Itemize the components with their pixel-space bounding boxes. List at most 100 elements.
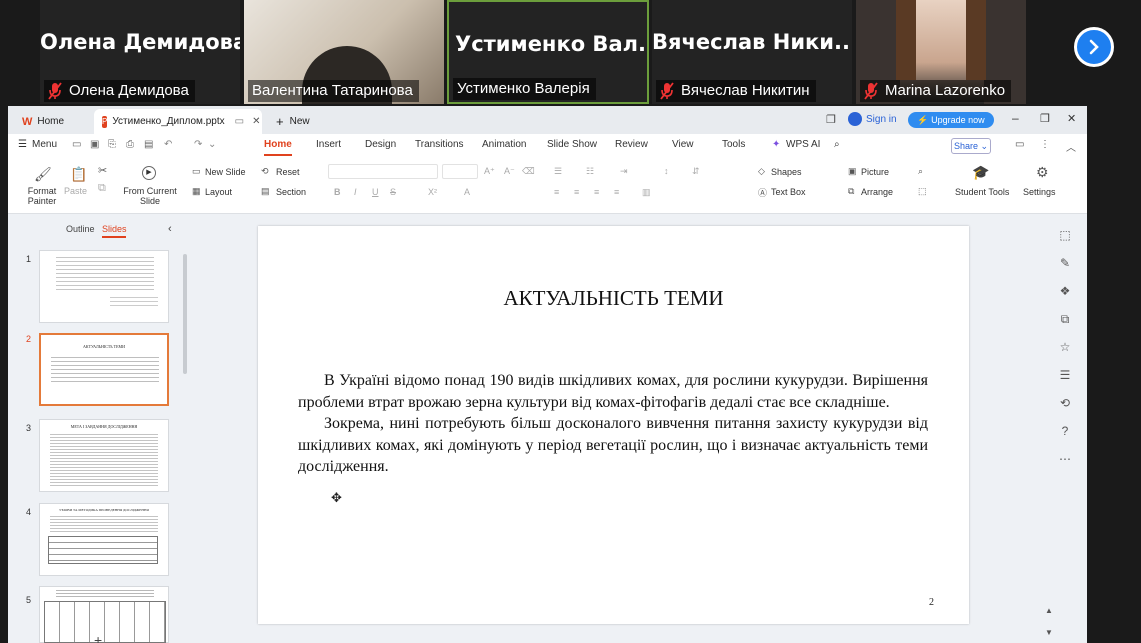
tab-tools[interactable]: Tools xyxy=(722,139,745,150)
tab-animation[interactable]: Animation xyxy=(482,139,526,150)
arrange-button[interactable]: Arrange xyxy=(861,187,893,197)
tab-transitions[interactable]: Transitions xyxy=(415,139,464,150)
line-spacing-icon[interactable]: ↕ xyxy=(664,166,669,176)
participant-tile-5[interactable]: Marina Lazorenko xyxy=(856,0,1026,104)
columns-icon[interactable]: ▥ xyxy=(642,187,651,198)
text-direction-icon[interactable]: ⇵ xyxy=(692,166,700,177)
close-window-icon[interactable]: ✕ xyxy=(1067,112,1076,125)
italic-icon[interactable]: I xyxy=(354,187,357,197)
clear-format-icon[interactable]: ⌫ xyxy=(522,166,535,177)
slides-tab[interactable]: Slides xyxy=(102,224,127,234)
more-icon[interactable]: ⋮ xyxy=(1040,139,1050,150)
font-grow-icon[interactable]: A⁺ xyxy=(484,166,495,177)
align-left-icon[interactable]: ≡ xyxy=(554,187,559,197)
history-icon[interactable]: ⟲ xyxy=(1058,396,1072,410)
bullets-icon[interactable]: ☰ xyxy=(554,166,562,177)
font-color-icon[interactable]: A xyxy=(464,187,470,197)
text-box-button[interactable]: Text Box xyxy=(771,187,806,197)
tab-home-ribbon[interactable]: Home xyxy=(264,139,292,150)
slide-thumbnail-5[interactable] xyxy=(39,586,169,643)
participant-tile-4[interactable]: Вячеслав Ники... Вячеслав Никитин xyxy=(652,0,852,104)
slide-thumbnail-3[interactable]: МЕТА І ЗАВДАННЯ ДОСЛІДЖЕННЯ xyxy=(39,419,169,492)
bold-icon[interactable]: B xyxy=(334,187,341,197)
add-slide-icon[interactable]: + xyxy=(94,632,102,643)
font-size-dropdown[interactable] xyxy=(442,164,478,179)
monitor-icon[interactable]: ▭ xyxy=(235,116,244,127)
settings-button[interactable]: Settings xyxy=(1023,187,1056,197)
find-icon[interactable]: ⌕ xyxy=(918,166,923,177)
user-avatar-icon[interactable] xyxy=(848,112,862,126)
current-slide[interactable]: АКТУАЛЬНІСТЬ ТЕМИ В Україні відомо понад… xyxy=(258,226,969,624)
outline-tab[interactable]: Outline xyxy=(66,224,95,234)
picture-button[interactable]: Picture xyxy=(861,167,889,177)
copy-style-icon[interactable]: ⧉ xyxy=(1058,312,1072,326)
select-icon[interactable]: ⬚ xyxy=(918,186,927,197)
cut-icon[interactable]: ✂ xyxy=(98,164,107,177)
save-icon[interactable]: ▣ xyxy=(90,139,99,150)
shapes-button[interactable]: Shapes xyxy=(771,167,802,177)
chevron-down-icon[interactable]: ⌄ xyxy=(208,139,216,150)
scroll-down-icon[interactable]: ▼ xyxy=(1042,628,1056,642)
tab-view[interactable]: View xyxy=(672,139,694,150)
align-center-icon[interactable]: ≡ xyxy=(574,187,579,197)
copy-icon[interactable]: ⧉ xyxy=(98,182,106,195)
participant-tile-2[interactable]: Валентина Татаринова xyxy=(244,0,444,104)
collapse-ribbon-icon[interactable]: ︿ xyxy=(1066,139,1076,154)
sign-in-label[interactable]: Sign in xyxy=(866,114,897,125)
from-current-slide-button[interactable]: From Current Slide xyxy=(122,186,178,206)
restore-windows-icon[interactable]: ❐ xyxy=(826,113,836,126)
scroll-up-icon[interactable]: ▲ xyxy=(1042,606,1056,620)
share-button[interactable]: Share ⌄ xyxy=(951,138,991,154)
tab-insert[interactable]: Insert xyxy=(316,139,341,150)
comment-icon[interactable]: ▭ xyxy=(1015,139,1024,150)
section-button[interactable]: Section xyxy=(276,187,306,197)
magic-wand-icon[interactable]: ✎ xyxy=(1058,256,1072,270)
numbering-icon[interactable]: ☷ xyxy=(586,166,594,177)
print-icon[interactable]: ⎙ xyxy=(126,139,134,150)
slide-thumbnail-1[interactable] xyxy=(39,250,169,323)
slide-body[interactable]: В Україні відомо понад 190 видів шкідлив… xyxy=(298,370,928,478)
search-icon[interactable]: ⌕ xyxy=(834,139,840,150)
help-icon[interactable]: ? xyxy=(1058,424,1072,438)
indent-icon[interactable]: ⇥ xyxy=(620,166,628,177)
new-slide-button[interactable]: New Slide xyxy=(205,167,246,177)
animation-icon[interactable]: ❖ xyxy=(1058,284,1072,298)
redo-icon[interactable]: ↷ xyxy=(194,139,202,150)
tab-wps-ai[interactable]: WPS AI xyxy=(786,139,820,150)
student-tools-button[interactable]: Student Tools xyxy=(955,187,1009,197)
preview-icon[interactable]: ▤ xyxy=(144,139,153,150)
superscript-icon[interactable]: X² xyxy=(428,187,437,197)
tab-document[interactable]: P Устименко_Диплом.pptx ▭ ✕ xyxy=(94,109,262,134)
panel-scrollbar[interactable] xyxy=(183,254,187,374)
open-folder-icon[interactable]: ▭ xyxy=(72,139,81,150)
maximize-icon[interactable]: ❐ xyxy=(1040,112,1050,125)
wps-ai-icon[interactable]: ✦ xyxy=(772,139,780,150)
tab-home[interactable]: W Home xyxy=(14,109,90,134)
hamburger-icon[interactable]: ☰ xyxy=(18,139,27,150)
next-page-button[interactable] xyxy=(1074,27,1114,67)
tab-design[interactable]: Design xyxy=(365,139,396,150)
reset-button[interactable]: Reset xyxy=(276,167,300,177)
new-tab-button[interactable]: + New xyxy=(268,109,320,134)
strikethrough-icon[interactable]: S xyxy=(390,187,396,197)
participant-tile-3[interactable]: Устименко Вал... Устименко Валерія xyxy=(447,0,649,104)
more-tools-icon[interactable]: ⋯ xyxy=(1058,452,1072,466)
slide-thumbnail-4[interactable]: УМОВИ ТА МЕТОДИКА ПРОВЕДЕННЯ ДОСЛІДЖЕННЯ xyxy=(39,503,169,576)
upgrade-button[interactable]: ⚡ Upgrade now xyxy=(908,112,994,128)
justify-icon[interactable]: ≡ xyxy=(614,187,619,197)
underline-icon[interactable]: U xyxy=(372,187,379,197)
adjust-icon[interactable]: ☰ xyxy=(1058,368,1072,382)
collapse-panel-icon[interactable]: ‹ xyxy=(168,223,172,235)
slide-thumbnail-2[interactable]: АКТУАЛЬНІСТЬ ТЕМИ xyxy=(39,333,169,406)
export-icon[interactable]: ⎘ xyxy=(108,139,116,150)
participant-tile-1[interactable]: Олена Демидова Олена Демидова xyxy=(40,0,240,104)
undo-icon[interactable]: ↶ xyxy=(164,139,172,150)
format-painter-button[interactable]: Format Painter xyxy=(22,186,62,206)
align-right-icon[interactable]: ≡ xyxy=(594,187,599,197)
menu-button[interactable]: Menu xyxy=(32,139,57,150)
minimize-icon[interactable]: – xyxy=(1012,111,1019,125)
paste-button[interactable]: Paste xyxy=(64,186,87,196)
layout-button[interactable]: Layout xyxy=(205,187,232,197)
font-name-dropdown[interactable] xyxy=(328,164,438,179)
close-tab-icon[interactable]: ✕ xyxy=(252,116,260,127)
